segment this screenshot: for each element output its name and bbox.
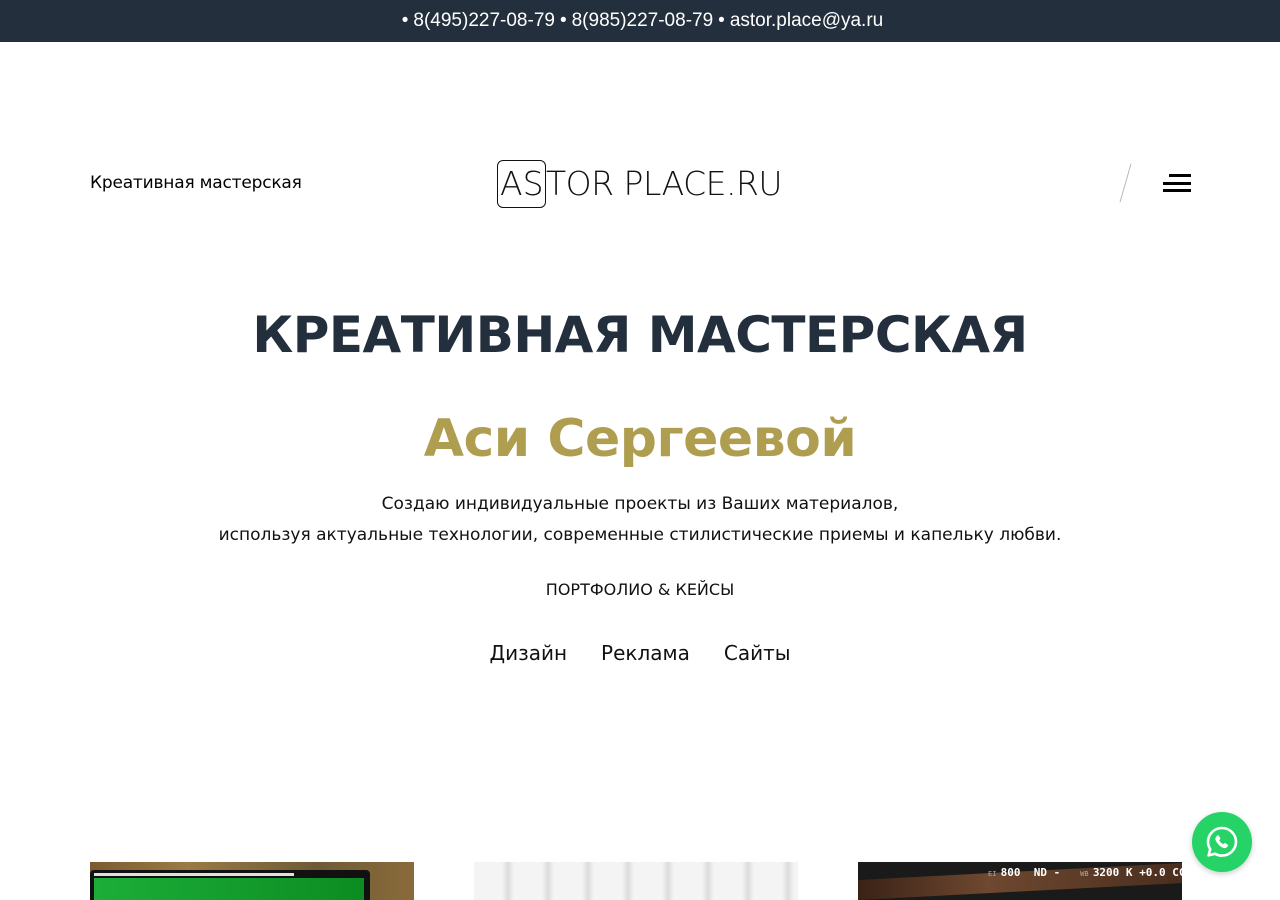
whatsapp-chat-button[interactable] — [1192, 812, 1252, 872]
laptop-screen-image — [90, 870, 370, 900]
contact-bar: • 8(495)227-08-79 • 8(985)227-08-79 • as… — [0, 0, 1280, 42]
menu-line — [1169, 174, 1191, 177]
phone-link-1[interactable]: 8(495)227-08-79 — [413, 10, 555, 32]
screen-green-area — [94, 878, 364, 900]
portfolio-thumbnail-camera[interactable]: EI 800 ND - WB 3200 K +0.0 CC — [858, 862, 1182, 900]
logo-text: TOR PLACE.RU — [546, 164, 783, 203]
portfolio-thumbnail-laptop[interactable] — [90, 862, 414, 900]
whatsapp-icon — [1206, 826, 1238, 857]
category-link-design[interactable]: Дизайн — [489, 641, 567, 665]
hud-value: 800 — [1000, 866, 1021, 879]
header-tagline: Креативная мастерская — [90, 173, 302, 193]
logo-box-text: AS — [500, 164, 544, 203]
hero-description-line: используя актуальные технологии, совреме… — [218, 525, 1062, 545]
email-link[interactable]: astor.place@ya.ru — [730, 10, 883, 32]
hero-title: КРЕАТИВНАЯ МАСТЕРСКАЯ — [252, 306, 1028, 364]
category-link-ads[interactable]: Реклама — [601, 641, 690, 665]
portfolio-heading: ПОРТФОЛИО & КЕЙСЫ — [545, 580, 735, 599]
menu-line — [1163, 189, 1191, 192]
bullet-separator: • — [559, 10, 567, 31]
logo-box: AS — [497, 159, 546, 208]
hero-subtitle: Аси Сергеевой — [423, 409, 857, 469]
screen-menubar — [94, 873, 294, 876]
site-logo[interactable]: AS TOR PLACE.RU — [497, 159, 787, 208]
portfolio-categories: Дизайн Реклама Сайты — [0, 641, 1280, 665]
hero-description: Создаю индивидуальные проекты из Ваших м… — [0, 489, 1280, 551]
hud-value: 3200 K — [1092, 866, 1133, 879]
bullet-separator: • — [718, 10, 725, 31]
hero-description-line: Создаю индивидуальные проекты из Ваших м… — [381, 494, 899, 514]
hamburger-menu-icon[interactable] — [1163, 172, 1191, 194]
menu-line — [1163, 181, 1191, 185]
hud-value: +0.0 CC — [1139, 866, 1182, 879]
portfolio-thumbnail-white[interactable] — [474, 862, 798, 900]
bullet-separator: • — [401, 10, 409, 31]
header-divider — [1119, 163, 1132, 203]
phone-link-2[interactable]: 8(985)227-08-79 — [572, 10, 714, 32]
hud-value: ND - — [1033, 866, 1061, 879]
category-link-sites[interactable]: Сайты — [724, 641, 791, 665]
camera-hud-readout: EI 800 ND - WB 3200 K +0.0 CC — [988, 866, 1182, 879]
